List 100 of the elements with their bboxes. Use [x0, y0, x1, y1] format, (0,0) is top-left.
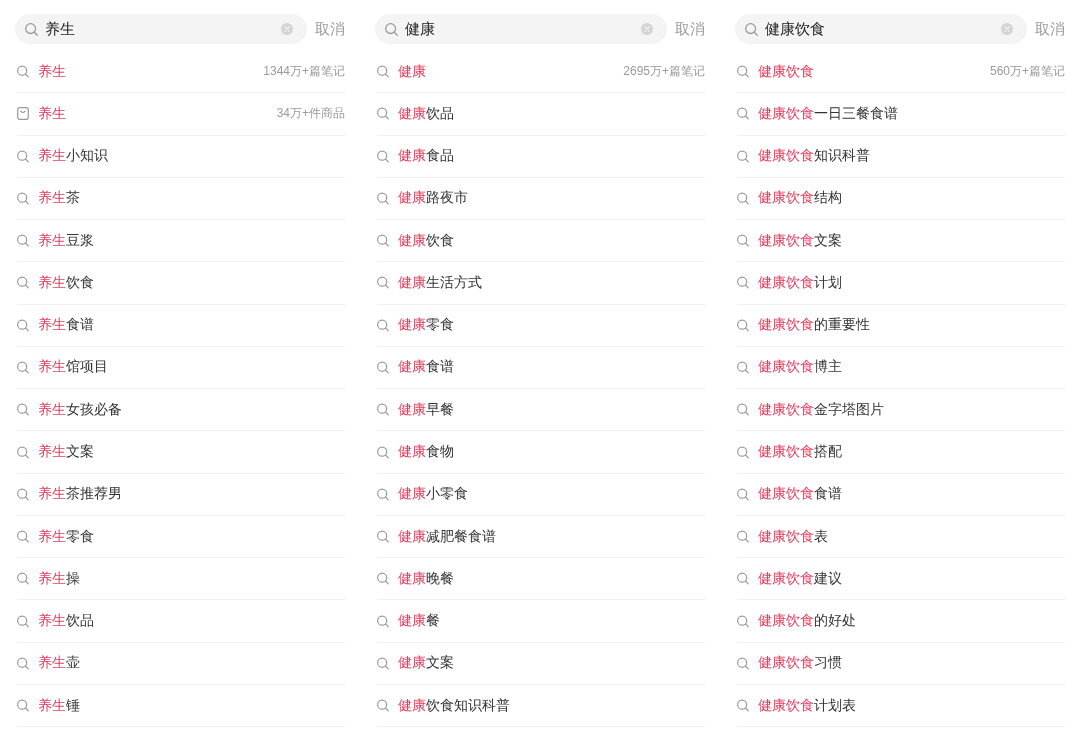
search-icon [377, 614, 389, 628]
suggestion-item[interactable]: 养生馆项目 [17, 346, 345, 390]
suggestion-item[interactable]: 健康文案 [377, 642, 705, 685]
search-icon [737, 403, 749, 417]
suggestion-item[interactable]: 健康饮食的重要性 [737, 304, 1065, 347]
search-icon [737, 614, 749, 628]
suggestion-item[interactable]: 健康路夜市 [377, 177, 705, 221]
search-icon [737, 361, 749, 374]
search-icon [737, 530, 749, 544]
suggestion-item[interactable]: 健康减肥餐食谱 [377, 515, 705, 559]
suggestion-item[interactable]: 健康饮品 [377, 93, 705, 136]
suggestion-item[interactable]: 健康早餐 [377, 389, 705, 432]
search-icon [737, 656, 749, 670]
suggestion-item[interactable]: 健康饮食计划表 [737, 685, 1065, 728]
suggestion-item[interactable]: 养生小知识 [17, 135, 345, 178]
search-icon [737, 699, 749, 713]
clear-icon [1001, 23, 1013, 35]
search-icon [737, 487, 749, 501]
search-icon [17, 276, 29, 290]
search-icon [737, 318, 749, 332]
search-icon [377, 65, 389, 79]
suggestion-item[interactable]: 养生食谱 [17, 304, 345, 347]
suggestion-item[interactable]: 健康饮食 560万+篇笔记 [737, 51, 1065, 94]
search-icon [17, 361, 29, 374]
suggestion-item[interactable]: 养生锤 [17, 685, 345, 728]
suggestion-item[interactable]: 健康 2695万+篇笔记 [377, 51, 705, 94]
search-icon [737, 572, 749, 586]
suggestion-item[interactable]: 健康饮食知识科普 [737, 135, 1065, 178]
search-icon [737, 65, 749, 79]
search-icon [17, 530, 29, 544]
search-icon [377, 276, 389, 290]
search-icon [377, 572, 389, 586]
search-icon [377, 361, 389, 374]
search-field[interactable]: 健康饮食 [735, 14, 1027, 44]
suggestion-item[interactable]: 养生茶 [17, 177, 345, 221]
search-icon [377, 318, 389, 332]
clear-icon [281, 23, 293, 35]
suggestion-item[interactable]: 健康饮食的好处 [737, 600, 1065, 643]
search-icon [17, 403, 29, 417]
search-icon [17, 572, 29, 586]
suggestion-item[interactable]: 健康食谱 [377, 346, 705, 390]
suggestion-item[interactable]: 健康食物 [377, 431, 705, 474]
suggestion-item[interactable]: 健康生活方式 [377, 262, 705, 305]
search-icon [377, 530, 389, 544]
search-icon [377, 191, 389, 205]
search-icon [17, 445, 29, 459]
search-icon [745, 22, 758, 36]
clear-icon [641, 23, 653, 35]
search-icon [385, 22, 398, 36]
suggestion-item[interactable]: 健康饮食金字塔图片 [737, 389, 1065, 432]
search-icon [737, 149, 749, 163]
search-icon [25, 22, 38, 36]
suggestion-item[interactable]: 健康饮食习惯 [737, 642, 1065, 685]
suggestion-item[interactable]: 健康晚餐 [377, 558, 705, 601]
suggestion-item[interactable]: 健康小零食 [377, 473, 705, 516]
suggestion-item[interactable]: 养生壶 [17, 642, 345, 685]
suggestion-item[interactable]: 养生女孩必备 [17, 389, 345, 432]
shopping-bag-icon [17, 107, 29, 121]
search-icon [377, 445, 389, 459]
suggestion-item[interactable]: 养生茶推荐男 [17, 473, 345, 516]
suggestion-item[interactable]: 健康饮食结构 [737, 177, 1065, 221]
suggestion-item[interactable]: 养生文案 [17, 431, 345, 474]
search-icon [737, 191, 749, 205]
search-icon [377, 656, 389, 670]
search-icon [17, 149, 29, 163]
search-field[interactable]: 健康 [375, 14, 667, 44]
result-count: 560万+篇笔记 [989, 63, 1065, 81]
suggestion-item[interactable]: 养生饮品 [17, 600, 345, 643]
suggestion-item[interactable]: 健康饮食一日三餐食谱 [737, 93, 1065, 136]
search-icon [377, 699, 389, 713]
suggestion-item[interactable]: 健康饮食搭配 [737, 431, 1065, 474]
suggestion-item[interactable]: 健康饮食知识科普 [377, 685, 705, 728]
search-icon [737, 107, 749, 121]
search-icon [377, 403, 389, 417]
suggestion-item[interactable]: 养生零食 [17, 515, 345, 559]
suggestion-item[interactable]: 健康饮食建议 [737, 558, 1065, 601]
suggestion-item[interactable]: 健康饮食 [377, 220, 705, 263]
search-icon [17, 614, 29, 628]
suggestion-item[interactable]: 健康零食 [377, 304, 705, 347]
suggestion-item[interactable]: 养生操 [17, 558, 345, 601]
suggestion-item[interactable]: 健康餐 [377, 600, 705, 643]
search-icon [377, 234, 389, 248]
suggestion-item[interactable]: 健康饮食表 [737, 515, 1065, 559]
suggestion-item[interactable]: 养生 1344万+篇笔记 [17, 51, 345, 94]
result-count: 1344万+篇笔记 [263, 63, 345, 81]
search-icon [17, 65, 29, 79]
search-icon [737, 234, 749, 248]
search-field[interactable]: 养生 [15, 14, 307, 44]
result-count: 34万+件商品 [276, 105, 345, 123]
suggestion-item[interactable]: 健康饮食计划 [737, 262, 1065, 305]
suggestion-item[interactable]: 养生豆浆 [17, 220, 345, 263]
suggestion-item[interactable]: 健康饮食文案 [737, 220, 1065, 263]
suggestion-item[interactable]: 健康饮食食谱 [737, 473, 1065, 516]
suggestion-item[interactable]: 健康饮食博主 [737, 346, 1065, 390]
result-count: 2695万+篇笔记 [623, 63, 705, 81]
suggestion-item[interactable]: 养生饮食 [17, 262, 345, 305]
search-icon [377, 149, 389, 163]
search-icon [737, 276, 749, 290]
suggestion-item[interactable]: 健康食品 [377, 135, 705, 178]
suggestion-item[interactable]: 养生 34万+件商品 [17, 93, 345, 136]
